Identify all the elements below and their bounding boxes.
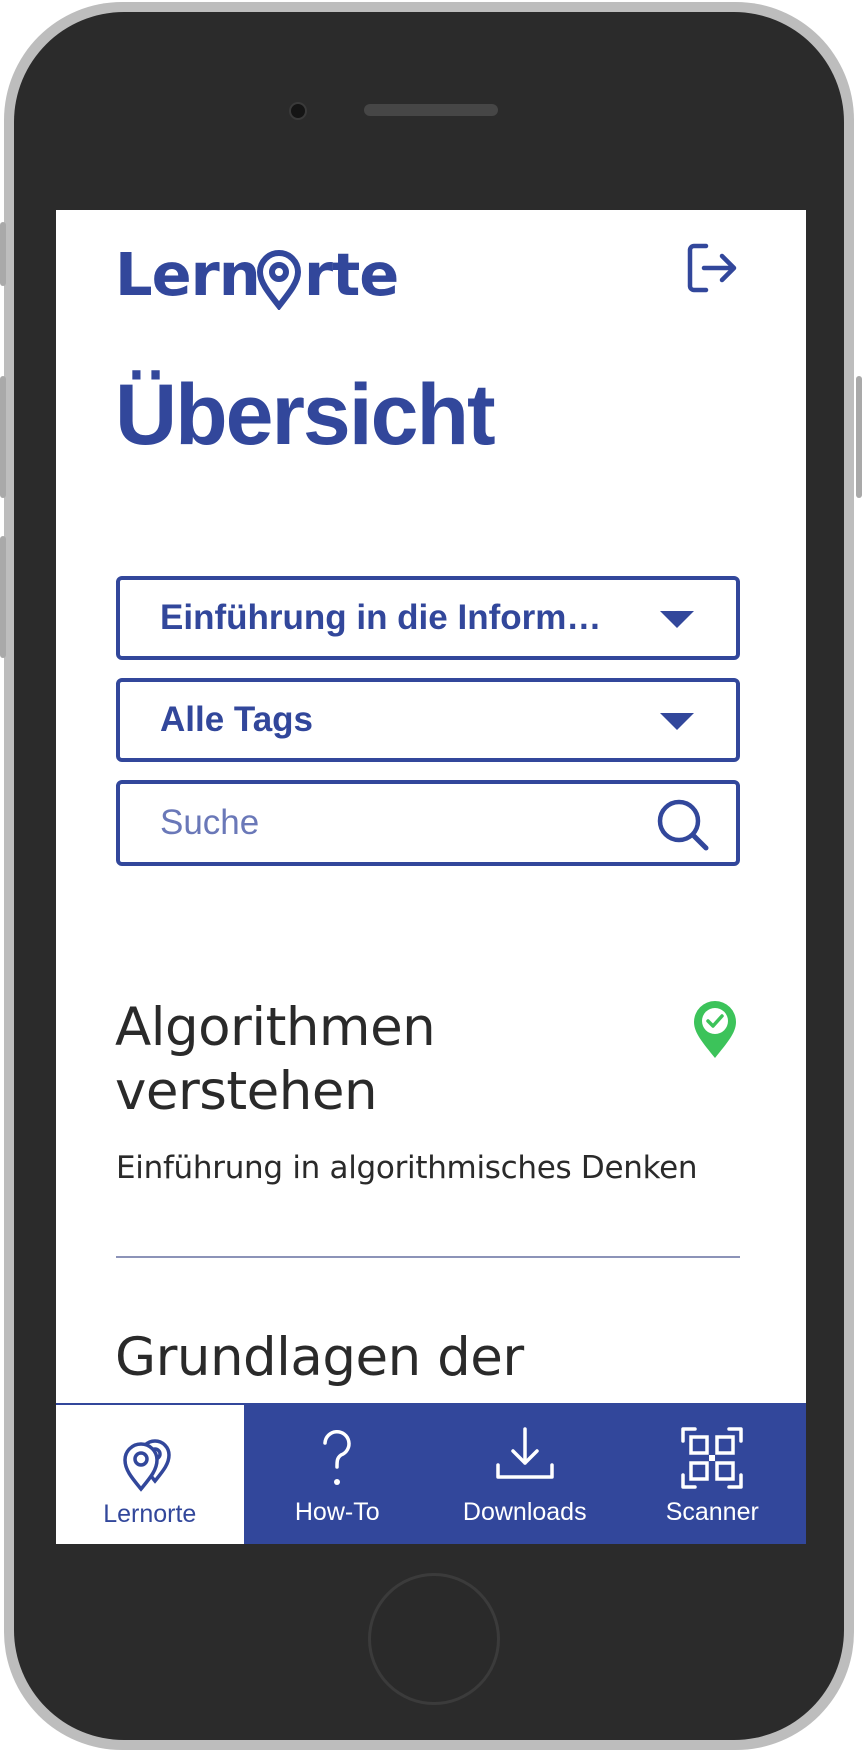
item-subtitle: Einführung in algorithmisches Denken (116, 1150, 698, 1186)
nav-item-lernorte[interactable]: Lernorte (56, 1403, 244, 1544)
side-button-volume-up (0, 376, 6, 498)
tags-select-value: Alle Tags (160, 700, 314, 739)
chevron-down-icon (660, 713, 694, 730)
logo-text-part2: rte (304, 240, 399, 309)
logout-icon[interactable] (684, 240, 740, 296)
qr-scanner-icon (681, 1427, 743, 1489)
logo-pin-icon (256, 250, 302, 310)
nav-label: Lernorte (103, 1500, 197, 1528)
home-button[interactable] (368, 1573, 500, 1705)
map-pins-icon (122, 1439, 171, 1492)
speaker (364, 104, 498, 116)
question-icon (323, 1429, 351, 1485)
side-button-power (856, 376, 862, 498)
side-button-mute (0, 222, 6, 286)
app-screen: Lern rte Übersicht Einführung in die Inf… (56, 210, 806, 1544)
side-button-volume-down (0, 536, 6, 658)
logo-text-part1: Lern (115, 240, 261, 309)
tags-select[interactable]: Alle Tags (116, 678, 740, 762)
bottom-navigation: Lernorte How-To Downloads Scanner (56, 1403, 806, 1544)
camera (289, 102, 307, 120)
nav-item-scanner[interactable]: Scanner (619, 1403, 807, 1544)
search-input[interactable] (160, 784, 620, 862)
list-divider (116, 1256, 740, 1258)
nav-label: Scanner (665, 1498, 759, 1526)
course-select[interactable]: Einführung in die Inform… (116, 576, 740, 660)
completed-check-pin-icon (694, 1001, 736, 1058)
nav-item-downloads[interactable]: Downloads (431, 1403, 619, 1544)
item-title-line: Grundlagen der (115, 1327, 524, 1388)
search-icon[interactable] (656, 798, 710, 852)
item-title-line: Algorithmen (115, 997, 436, 1058)
chevron-down-icon (660, 611, 694, 628)
nav-label: How-To (294, 1498, 380, 1526)
nav-item-how-to[interactable]: How-To (244, 1403, 432, 1544)
download-icon (496, 1427, 554, 1479)
page-title: Übersicht (115, 367, 496, 463)
course-select-value: Einführung in die Inform… (160, 598, 602, 637)
item-title-line: verstehen (115, 1061, 378, 1122)
search-box (116, 780, 740, 866)
nav-label: Downloads (462, 1498, 587, 1526)
